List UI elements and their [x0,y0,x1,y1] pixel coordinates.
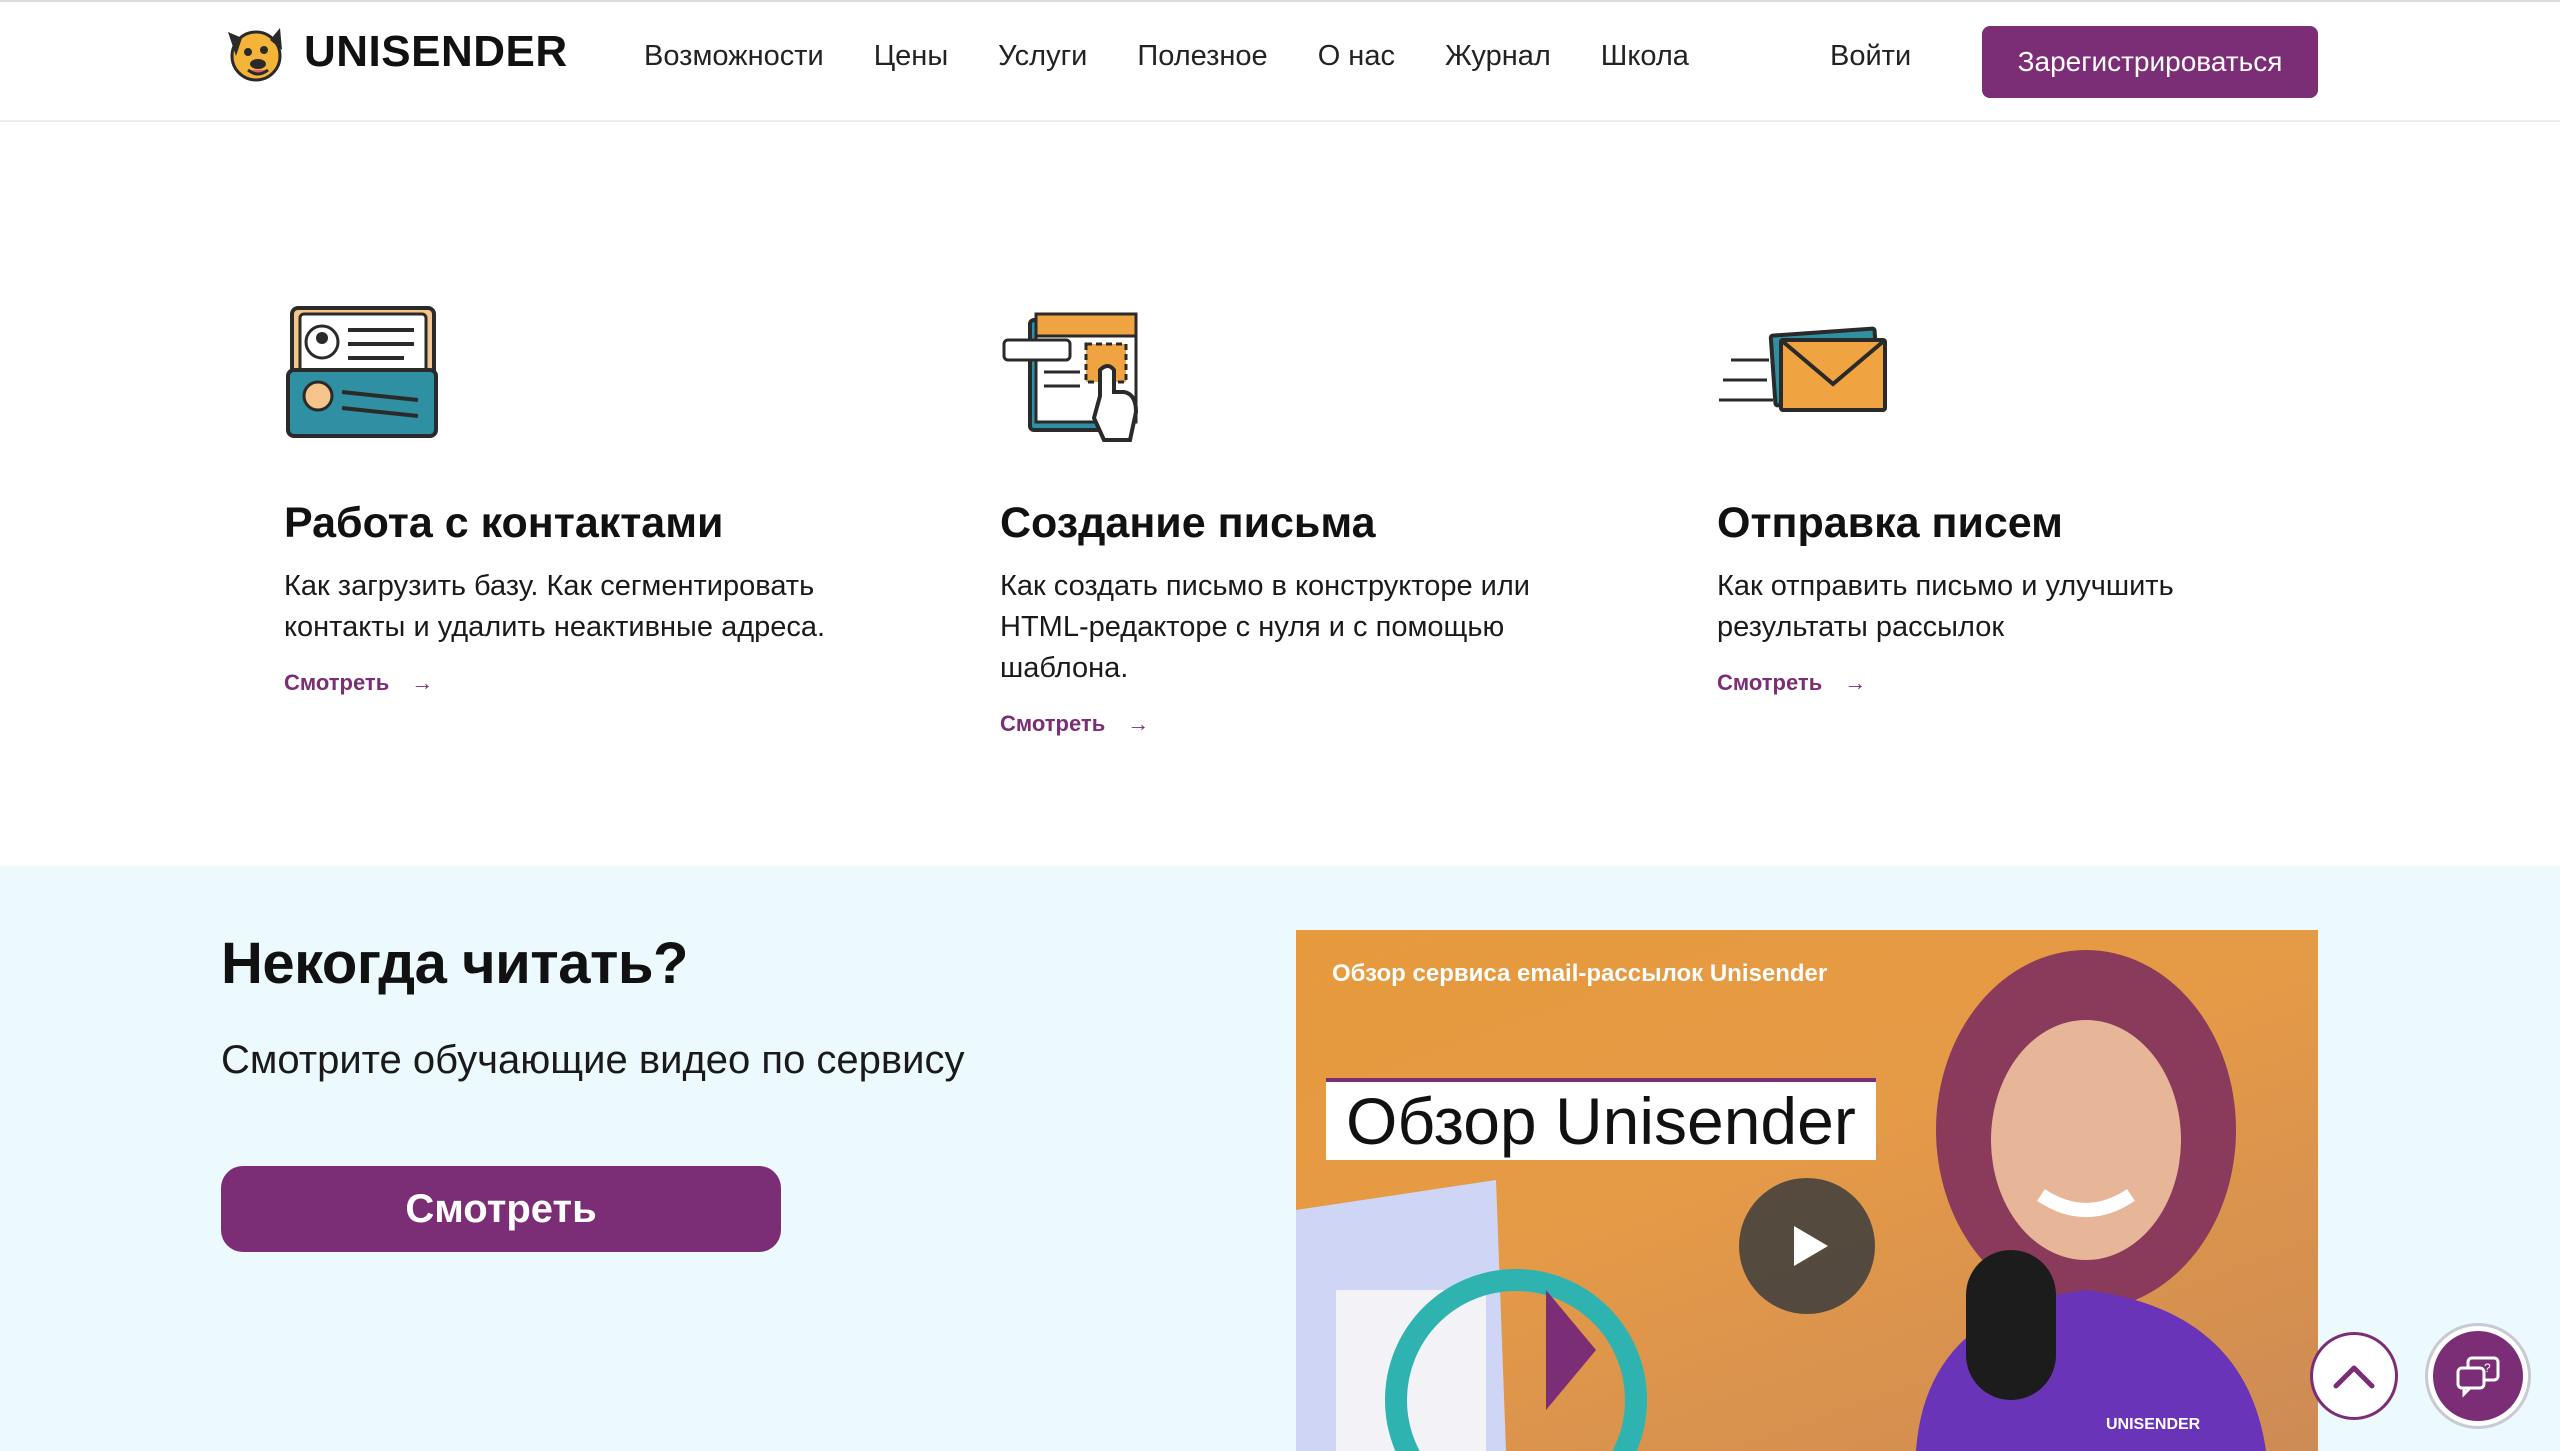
main-nav: Возможности Цены Услуги Полезное О нас Ж… [644,40,1689,73]
nav-item-features[interactable]: Возможности [644,40,824,73]
card-link-label: Смотреть [1000,711,1106,736]
video-section: Некогда читать? Смотрите обучающие видео… [0,866,2560,1451]
card-title: Работа с контактами [284,499,724,547]
card-title: Создание письма [1000,499,1376,547]
site-header: UNISENDER Возможности Цены Услуги Полезн… [0,0,2560,122]
video-player[interactable]: Обзор сервиса email-рассылок Unisender О… [1296,930,2318,1451]
section-title: Некогда читать? [221,931,688,996]
chat-support-button[interactable]: ? [2428,1326,2528,1426]
arrow-right-icon: → [1127,711,1150,736]
arrow-right-icon: → [411,670,434,695]
card-email-creation: Создание письма Как создать письмо в кон… [1000,300,1600,737]
logo-text: UNISENDER [304,27,568,76]
card-text: Как загрузить базу. Как сегментировать к… [284,570,826,643]
nav-item-prices[interactable]: Цены [874,40,948,73]
scroll-to-top-button[interactable] [2310,1332,2398,1420]
register-button[interactable]: Зарегистрироваться [1982,26,2318,98]
video-banner: Обзор Unisender [1326,1078,1876,1160]
presenter-image [1916,950,2266,1451]
card-text: Как отправить письмо и улучшить результа… [1717,570,2174,643]
video-watermark: UNISENDER [2106,1416,2201,1433]
arrow-right-icon: → [1844,670,1867,695]
card-contacts: Работа с контактами Как загрузить базу. … [284,300,884,696]
card-watch-link[interactable]: Смотреть → [1717,670,1866,696]
nav-item-services[interactable]: Услуги [998,40,1087,73]
card-title: Отправка писем [1717,499,2063,547]
watch-button[interactable]: Смотреть [221,1166,781,1252]
chat-question-icon: ? [2456,1356,2500,1398]
section-subtitle: Смотрите обучающие видео по сервису [221,1038,965,1082]
login-link[interactable]: Войти [1830,40,1911,73]
contacts-cards-icon [286,306,438,438]
play-button[interactable] [1739,1178,1875,1314]
card-watch-link[interactable]: Смотреть → [1000,711,1149,737]
email-builder-icon [1002,312,1139,442]
video-graphic [1296,1180,1647,1451]
card-text: Как создать письмо в конструкторе или HT… [1000,570,1530,684]
envelope-send-icon [1719,326,1887,412]
video-title: Обзор сервиса email-рассылок Unisender [1332,960,1828,987]
chevron-up-icon [2333,1365,2375,1389]
card-link-label: Смотреть [1717,670,1823,695]
card-sending: Отправка писем Как отправить письмо и ул… [1717,300,2317,696]
card-link-label: Смотреть [284,670,390,695]
svg-text:?: ? [2484,1361,2491,1375]
nav-item-journal[interactable]: Журнал [1445,40,1551,73]
card-watch-link[interactable]: Смотреть → [284,670,433,696]
dog-logo-icon [228,28,282,82]
nav-item-useful[interactable]: Полезное [1137,40,1267,73]
nav-item-about[interactable]: О нас [1318,40,1395,73]
nav-item-school[interactable]: Школа [1601,40,1689,73]
logo[interactable]: UNISENDER [218,18,568,86]
